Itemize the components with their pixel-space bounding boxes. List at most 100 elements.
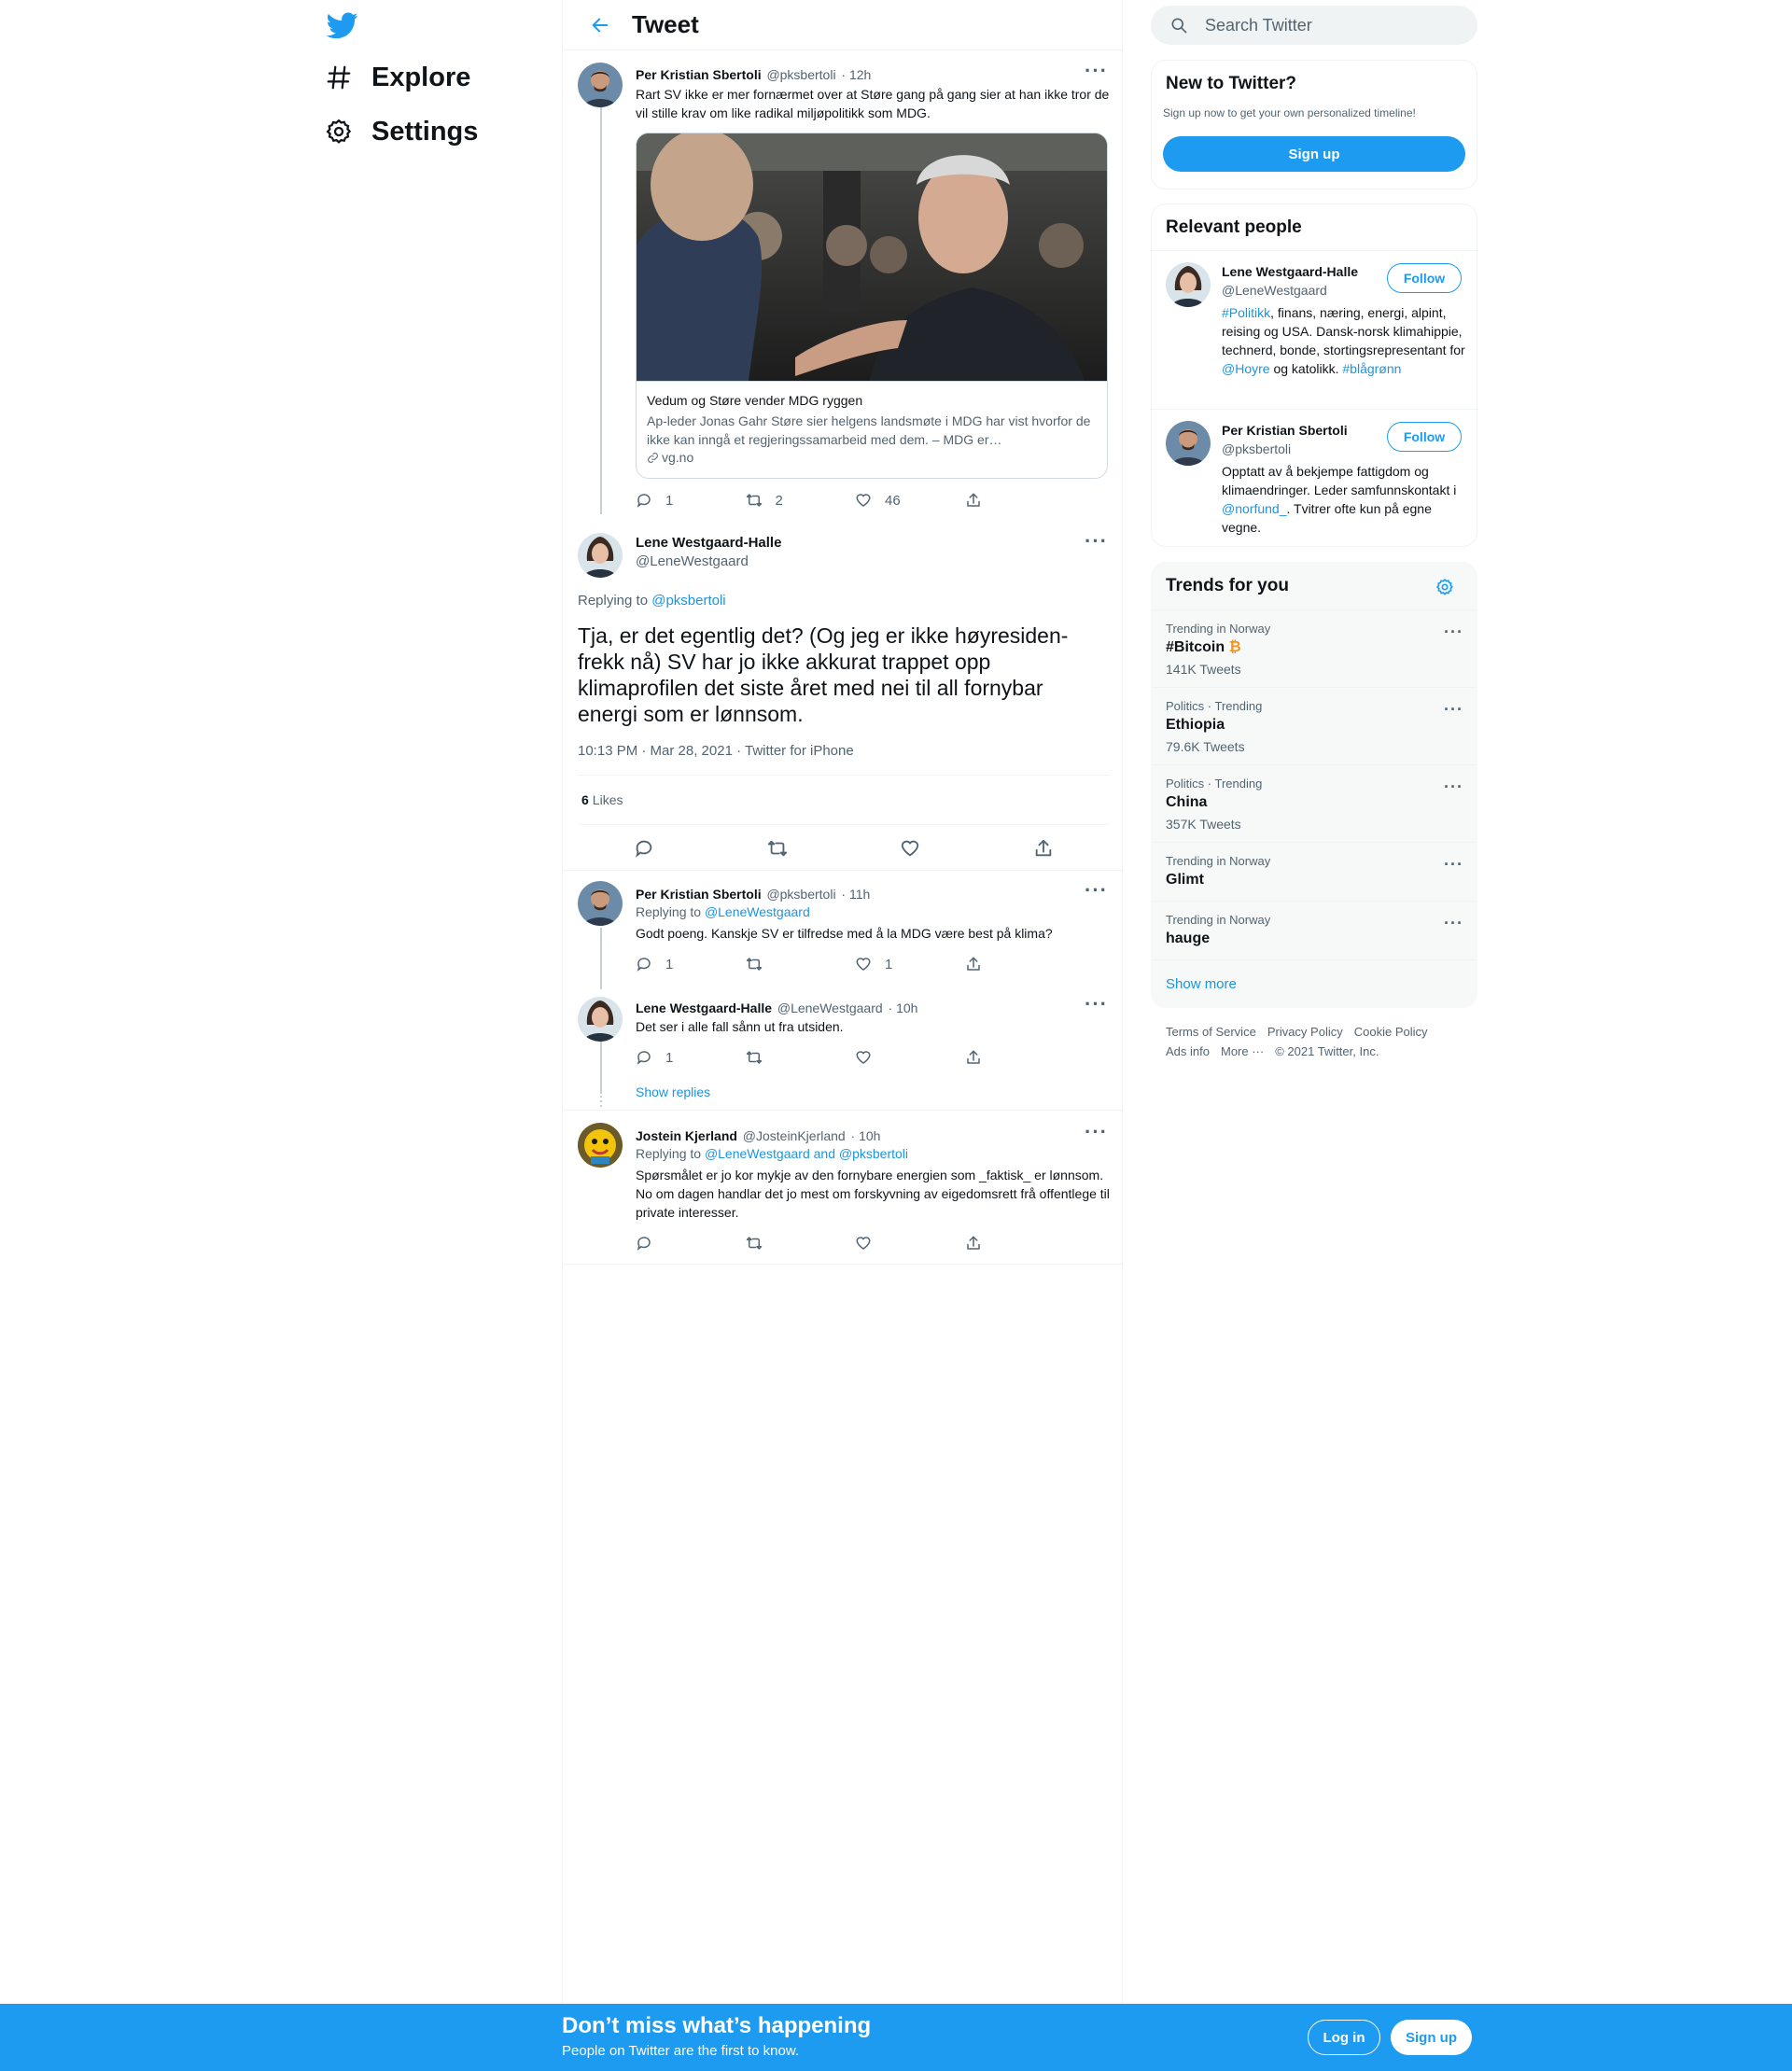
person-name[interactable]: Per Kristian Sbertoli — [1222, 423, 1348, 438]
more-icon[interactable]: ··· — [1085, 61, 1108, 81]
author-handle[interactable]: @pksbertoli — [766, 887, 835, 902]
author-handle[interactable]: @LeneWestgaard — [777, 1001, 883, 1015]
more-link[interactable]: More ··· — [1221, 1042, 1264, 1061]
trend-item[interactable]: Trending in Norway Glimt ··· — [1152, 842, 1477, 901]
show-replies-link[interactable]: Show replies — [636, 1084, 710, 1099]
reply-button[interactable]: 1 — [636, 1049, 746, 1066]
author-handle[interactable]: @pksbertoli — [766, 67, 835, 82]
more-icon[interactable]: ··· — [1444, 701, 1463, 718]
cookie-link[interactable]: Cookie Policy — [1354, 1022, 1428, 1042]
more-icon[interactable]: ··· — [1444, 915, 1463, 931]
signup-button[interactable]: Sign up — [1163, 136, 1465, 172]
retweet-icon[interactable] — [767, 838, 788, 859]
like-count: 46 — [885, 492, 901, 509]
search-bar[interactable]: Search Twitter — [1151, 6, 1477, 45]
trend-item[interactable]: Trending in Norway #Bitcoin ₿ 141K Tweet… — [1152, 609, 1477, 687]
follow-button[interactable]: Follow — [1387, 422, 1462, 452]
avatar[interactable] — [578, 1123, 623, 1168]
search-input[interactable]: Search Twitter — [1205, 16, 1312, 35]
likes-stat[interactable]: 6 Likes — [578, 775, 1110, 825]
banner-subtitle: People on Twitter are the first to know. — [562, 2043, 800, 2059]
twitter-logo-icon[interactable] — [327, 9, 358, 41]
bio-hashtag[interactable]: #blågrønn — [1342, 361, 1401, 376]
like-button[interactable]: 46 — [855, 492, 965, 509]
like-button[interactable] — [855, 1235, 965, 1252]
person-item[interactable]: Lene Westgaard-Halle @LeneWestgaard Foll… — [1152, 250, 1477, 409]
avatar[interactable] — [578, 533, 623, 578]
person-item[interactable]: Per Kristian Sbertoli @pksbertoli Follow… — [1152, 409, 1477, 546]
link-icon — [648, 452, 658, 463]
person-name[interactable]: Lene Westgaard-Halle — [1222, 264, 1358, 279]
avatar[interactable] — [1166, 421, 1211, 466]
more-icon[interactable]: ··· — [1444, 778, 1463, 795]
replying-to-link[interactable]: @LeneWestgaard and @pksbertoli — [705, 1146, 908, 1161]
tweet-time[interactable]: · 10h — [889, 1001, 918, 1015]
more-icon[interactable]: ··· — [1085, 531, 1108, 552]
avatar[interactable] — [578, 881, 623, 926]
terms-link[interactable]: Terms of Service — [1166, 1022, 1256, 1042]
nav-settings[interactable]: Settings — [325, 108, 478, 155]
share-button[interactable] — [965, 492, 1075, 509]
replying-to-link[interactable]: @pksbertoli — [651, 593, 725, 609]
trend-item[interactable]: Trending in Norway hauge ··· — [1152, 901, 1477, 959]
reply-tweet[interactable]: Lene Westgaard-Halle @LeneWestgaard · 10… — [563, 986, 1123, 1111]
ads-info-link[interactable]: Ads info — [1166, 1042, 1210, 1061]
tweet-time[interactable]: · 12h — [841, 67, 871, 82]
author-name[interactable]: Lene Westgaard-Halle — [636, 535, 781, 551]
login-button[interactable]: Log in — [1308, 2020, 1380, 2055]
tweet-timestamp[interactable]: 10:13 PM · Mar 28, 2021 · Twitter for iP… — [578, 743, 854, 759]
more-icon[interactable]: ··· — [1444, 623, 1463, 640]
author-name[interactable]: Lene Westgaard-Halle — [636, 1001, 772, 1015]
reply-button[interactable] — [636, 1235, 746, 1252]
link-card[interactable]: Vedum og Støre vender MDG ryggen Ap-lede… — [636, 133, 1108, 479]
share-button[interactable] — [965, 1235, 1075, 1252]
back-button[interactable] — [581, 7, 619, 44]
trend-item[interactable]: Politics · Trending Ethiopia 79.6K Tweet… — [1152, 687, 1477, 764]
tweet-time[interactable]: · 11h — [841, 887, 870, 902]
signup-button[interactable]: Sign up — [1391, 2020, 1472, 2055]
follow-button[interactable]: Follow — [1387, 263, 1462, 293]
author-name[interactable]: Per Kristian Sbertoli — [636, 67, 762, 82]
reply-button[interactable]: 1 — [636, 492, 746, 509]
show-more-link[interactable]: Show more — [1166, 976, 1237, 992]
like-button[interactable]: 1 — [855, 956, 965, 973]
person-handle[interactable]: @LeneWestgaard — [1222, 283, 1327, 298]
reply-tweet[interactable]: Jostein Kjerland @JosteinKjerland · 10h … — [563, 1112, 1123, 1265]
avatar[interactable] — [1166, 262, 1211, 307]
retweet-button[interactable] — [746, 1235, 856, 1252]
bio-hashtag[interactable]: #Politikk — [1222, 305, 1270, 320]
more-icon[interactable]: ··· — [1085, 1122, 1108, 1142]
bio-mention[interactable]: @Hoyre — [1222, 361, 1270, 376]
avatar[interactable] — [578, 63, 623, 107]
share-button[interactable] — [965, 956, 1075, 973]
more-icon[interactable]: ··· — [1085, 994, 1108, 1015]
privacy-link[interactable]: Privacy Policy — [1267, 1022, 1343, 1042]
replying-to-link[interactable]: @LeneWestgaard — [705, 904, 810, 919]
nav-explore[interactable]: Explore — [325, 54, 470, 101]
bio-mention[interactable]: @norfund_ — [1222, 501, 1286, 516]
more-icon[interactable]: ··· — [1444, 856, 1463, 873]
author-handle[interactable]: @JosteinKjerland — [743, 1128, 846, 1143]
more-icon[interactable]: ··· — [1085, 880, 1108, 901]
author-name[interactable]: Jostein Kjerland — [636, 1128, 737, 1143]
retweet-button[interactable] — [746, 1049, 856, 1066]
gear-icon[interactable] — [1435, 578, 1454, 596]
tweet-time[interactable]: · 10h — [851, 1128, 881, 1143]
trend-item[interactable]: Politics · Trending China 357K Tweets ··… — [1152, 764, 1477, 842]
likes-label: Likes — [592, 792, 623, 807]
share-button[interactable] — [965, 1049, 1075, 1066]
like-button[interactable] — [855, 1049, 965, 1066]
reply-icon[interactable] — [634, 838, 654, 859]
share-icon[interactable] — [1033, 838, 1054, 859]
retweet-button[interactable] — [746, 956, 856, 973]
reply-button[interactable]: 1 — [636, 956, 746, 973]
heart-icon[interactable] — [900, 838, 920, 859]
main-tweet: Lene Westgaard-Halle @LeneWestgaard ··· … — [563, 518, 1123, 871]
reply-tweet[interactable]: Per Kristian Sbertoli @pksbertoli · 11h … — [563, 872, 1123, 989]
person-handle[interactable]: @pksbertoli — [1222, 441, 1291, 456]
author-name[interactable]: Per Kristian Sbertoli — [636, 887, 762, 902]
retweet-button[interactable]: 2 — [746, 492, 856, 509]
author-handle[interactable]: @LeneWestgaard — [636, 553, 749, 569]
parent-tweet[interactable]: Per Kristian Sbertoli @pksbertoli · 12h … — [563, 51, 1123, 518]
avatar[interactable] — [578, 997, 623, 1042]
